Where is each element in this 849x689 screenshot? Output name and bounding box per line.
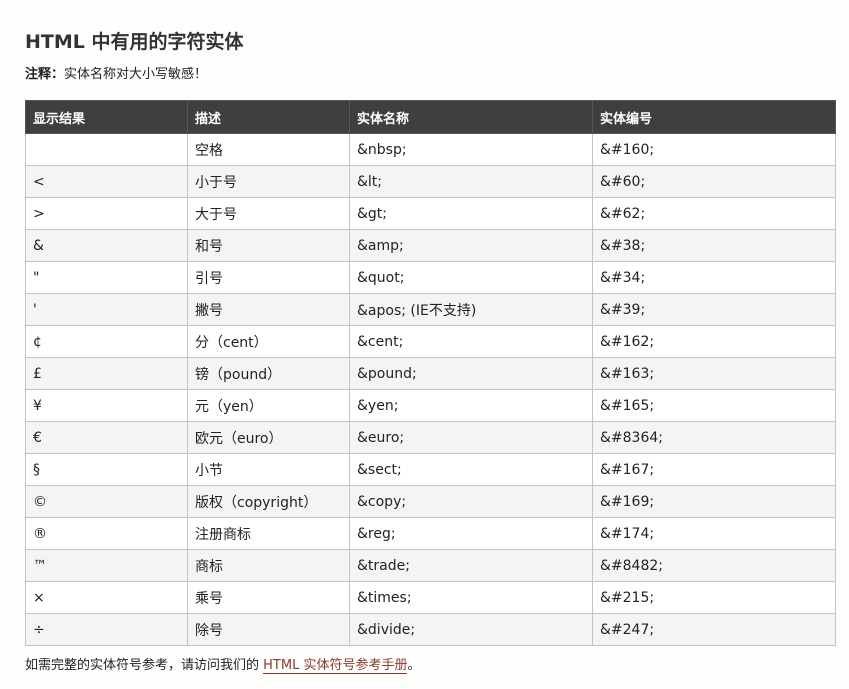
- footer-note: 如需完整的实体符号参考，请访问我们的 HTML 实体符号参考手册。: [25, 657, 420, 675]
- page-title: HTML 中有用的字符实体: [25, 31, 244, 53]
- cell-display-result: [25, 133, 188, 166]
- cell-description: 小于号: [187, 165, 350, 198]
- table-row: ® 注册商标 &reg; &#174;: [25, 517, 836, 550]
- note: 注释：实体名称对大小写敏感！: [25, 66, 207, 84]
- table-row: > 大于号 &gt; &#62;: [25, 197, 836, 230]
- cell-description: 欧元（euro）: [187, 421, 350, 454]
- cell-entity-number: &#34;: [592, 261, 836, 294]
- cell-entity-name: &reg;: [349, 517, 593, 550]
- table-header-row: 显示结果 描述 实体名称 实体编号: [25, 100, 836, 134]
- cell-display-result: ®: [25, 517, 188, 550]
- cell-description: 注册商标: [187, 517, 350, 550]
- table-row: × 乘号 &times; &#215;: [25, 581, 836, 614]
- cell-entity-number: &#39;: [592, 293, 836, 326]
- cell-entity-number: &#165;: [592, 389, 836, 422]
- cell-display-result: >: [25, 197, 188, 230]
- cell-entity-number: &#60;: [592, 165, 836, 198]
- cell-description: 镑（pound）: [187, 357, 350, 390]
- table-row: € 欧元（euro） &euro; &#8364;: [25, 421, 836, 454]
- cell-display-result: §: [25, 453, 188, 486]
- cell-entity-name: &cent;: [349, 325, 593, 358]
- cell-entity-number: &#247;: [592, 613, 836, 646]
- cell-description: 除号: [187, 613, 350, 646]
- table-row: ÷ 除号 &divide; &#247;: [25, 613, 836, 646]
- cell-entity-name: &yen;: [349, 389, 593, 422]
- cell-display-result: £: [25, 357, 188, 390]
- cell-description: 小节: [187, 453, 350, 486]
- cell-entity-name: &copy;: [349, 485, 593, 518]
- cell-entity-name: &times;: [349, 581, 593, 614]
- cell-display-result: ™: [25, 549, 188, 582]
- cell-description: 版权（copyright）: [187, 485, 350, 518]
- cell-entity-number: &#8482;: [592, 549, 836, 582]
- table-row: £ 镑（pound） &pound; &#163;: [25, 357, 836, 390]
- cell-description: 空格: [187, 133, 350, 166]
- cell-entity-name: &lt;: [349, 165, 593, 198]
- cell-entity-number: &#174;: [592, 517, 836, 550]
- cell-entity-name: &divide;: [349, 613, 593, 646]
- cell-display-result: <: [25, 165, 188, 198]
- header-description: 描述: [187, 100, 350, 134]
- cell-entity-number: &#163;: [592, 357, 836, 390]
- cell-entity-name: &euro;: [349, 421, 593, 454]
- table-row: ' 撇号 &apos; (IE不支持) &#39;: [25, 293, 836, 326]
- table-row: " 引号 &quot; &#34;: [25, 261, 836, 294]
- header-entity-name: 实体名称: [349, 100, 593, 134]
- table-body: 空格 &nbsp; &#160; < 小于号 &lt; &#60; > 大于号 &gt; &#62;…: [25, 133, 836, 646]
- cell-description: 引号: [187, 261, 350, 294]
- footer-end: 。: [407, 658, 421, 673]
- table-row: < 小于号 &lt; &#60;: [25, 165, 836, 198]
- note-text: 实体名称对大小写敏感！: [64, 67, 208, 82]
- cell-display-result: ©: [25, 485, 188, 518]
- table-row: & 和号 &amp; &#38;: [25, 229, 836, 262]
- header-entity-number: 实体编号: [592, 100, 836, 134]
- cell-display-result: ¥: [25, 389, 188, 422]
- cell-entity-number: &#38;: [592, 229, 836, 262]
- cell-entity-name: &gt;: [349, 197, 593, 230]
- cell-description: 和号: [187, 229, 350, 262]
- cell-entity-name: &amp;: [349, 229, 593, 262]
- cell-entity-name: &pound;: [349, 357, 593, 390]
- table-row: ¢ 分（cent） &cent; &#162;: [25, 325, 836, 358]
- cell-description: 分（cent）: [187, 325, 350, 358]
- cell-entity-number: &#215;: [592, 581, 836, 614]
- cell-description: 撇号: [187, 293, 350, 326]
- cell-entity-name: &apos; (IE不支持): [349, 293, 593, 326]
- cell-display-result: ¢: [25, 325, 188, 358]
- table-row: ¥ 元（yen） &yen; &#165;: [25, 389, 836, 422]
- cell-entity-number: &#8364;: [592, 421, 836, 454]
- entity-table: 显示结果 描述 实体名称 实体编号 空格 &nbsp; &#160; < 小于号 &lt;…: [25, 100, 836, 646]
- cell-description: 元（yen）: [187, 389, 350, 422]
- cell-entity-name: &sect;: [349, 453, 593, 486]
- header-display-result: 显示结果: [25, 100, 188, 134]
- cell-display-result: &: [25, 229, 188, 262]
- table-row: § 小节 &sect; &#167;: [25, 453, 836, 486]
- cell-entity-name: &quot;: [349, 261, 593, 294]
- cell-description: 乘号: [187, 581, 350, 614]
- cell-entity-number: &#167;: [592, 453, 836, 486]
- cell-description: 大于号: [187, 197, 350, 230]
- table-row: © 版权（copyright） &copy; &#169;: [25, 485, 836, 518]
- footer-text: 如需完整的实体符号参考，请访问我们的: [25, 658, 264, 673]
- cell-entity-number: &#162;: [592, 325, 836, 358]
- cell-entity-number: &#62;: [592, 197, 836, 230]
- cell-display-result: €: [25, 421, 188, 454]
- table-row: 空格 &nbsp; &#160;: [25, 133, 836, 166]
- cell-entity-name: &nbsp;: [349, 133, 593, 166]
- cell-description: 商标: [187, 549, 350, 582]
- cell-entity-number: &#160;: [592, 133, 836, 166]
- entity-reference-link[interactable]: HTML 实体符号参考手册: [263, 658, 408, 674]
- note-label: 注释：: [25, 67, 65, 82]
- cell-entity-number: &#169;: [592, 485, 836, 518]
- cell-display-result: ÷: [25, 613, 188, 646]
- cell-display-result: ×: [25, 581, 188, 614]
- cell-display-result: ': [25, 293, 188, 326]
- cell-display-result: ": [25, 261, 188, 294]
- cell-entity-name: &trade;: [349, 549, 593, 582]
- table-row: ™ 商标 &trade; &#8482;: [25, 549, 836, 582]
